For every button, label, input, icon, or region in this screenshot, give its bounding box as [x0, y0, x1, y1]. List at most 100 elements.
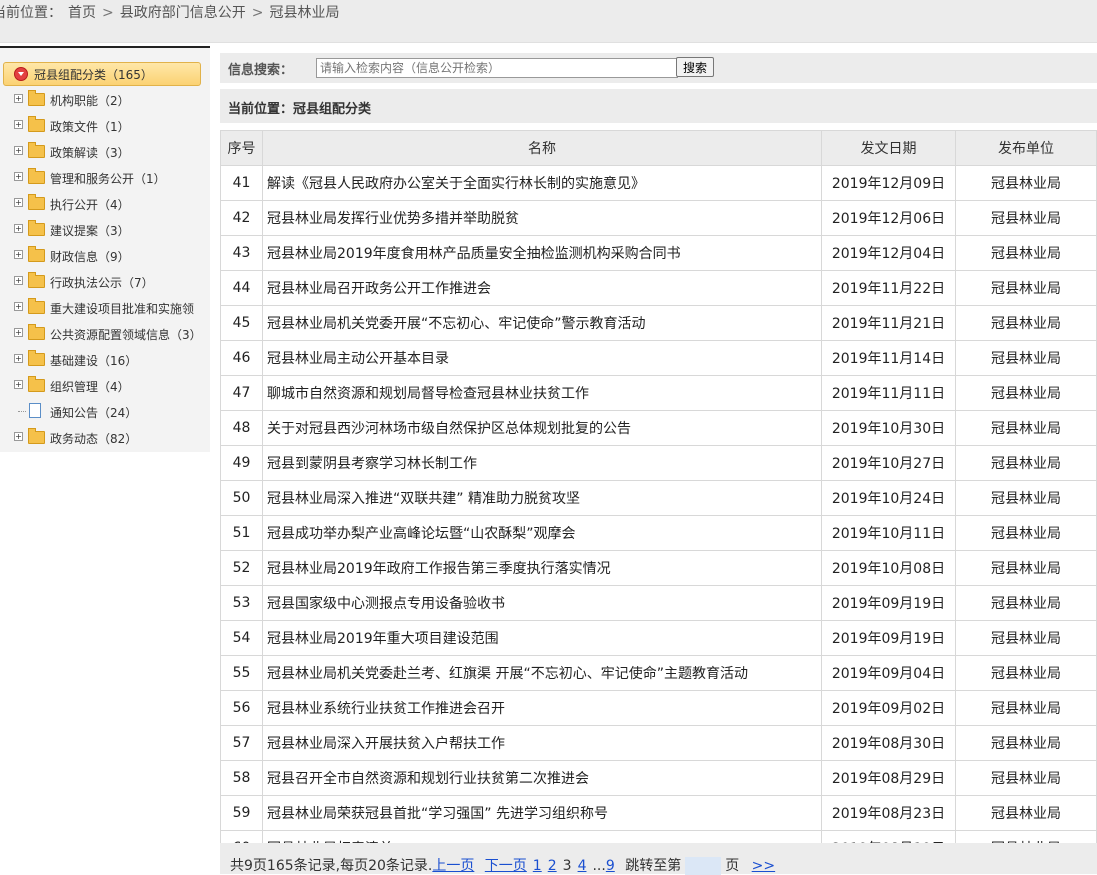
row-title-link[interactable]: 冠县林业局荣获冠县首批“学习强国” 先进学习组织称号: [262, 795, 822, 831]
row-title-link[interactable]: 聊城市自然资源和规划局督导检查冠县林业扶贫工作: [262, 375, 822, 411]
tree-item[interactable]: 通知公告（24）: [0, 402, 210, 422]
tree-root[interactable]: 冠县组配分类（165）: [3, 62, 201, 86]
row-title-link[interactable]: 冠县林业局深入开展扶贫入户帮扶工作: [262, 725, 822, 761]
row-number: 42: [220, 200, 263, 236]
tree-item-label[interactable]: 执行公开（4）: [50, 196, 130, 213]
row-title-link[interactable]: 冠县成功举办梨产业高峰论坛暨“山农酥梨”观摩会: [262, 515, 822, 551]
row-title-link[interactable]: 冠县林业局机关党委赴兰考、红旗渠 开展“不忘初心、牢记使命”主题教育活动: [262, 655, 822, 691]
row-unit: 冠县林业局: [955, 795, 1097, 831]
row-title-link[interactable]: 解读《冠县人民政府办公室关于全面实行林长制的实施意见》: [262, 165, 822, 201]
tree-item[interactable]: + 组织管理（4）: [0, 376, 210, 396]
current-category-bar: 当前位置：冠县组配分类: [220, 89, 1097, 123]
row-title-link[interactable]: 冠县林业局机关党委开展“不忘初心、牢记使命”警示教育活动: [262, 305, 822, 341]
tree-item[interactable]: + 政务动态（82）: [0, 428, 210, 448]
tree-item[interactable]: + 机构职能（2）: [0, 90, 210, 110]
table-row: 42 冠县林业局发挥行业优势多措并举助脱贫 2019年12月06日 冠县林业局: [220, 200, 1097, 236]
tree-item[interactable]: + 政策解读（3）: [0, 142, 210, 162]
tree-item-label[interactable]: 基础建设（16）: [50, 352, 137, 369]
row-date: 2019年12月09日: [821, 165, 956, 201]
search-button[interactable]: 搜索: [676, 57, 715, 77]
expand-icon[interactable]: +: [14, 224, 23, 233]
jump-go-link[interactable]: >>: [752, 858, 775, 874]
page-link-1[interactable]: 1: [533, 858, 542, 874]
row-unit: 冠县林业局: [955, 760, 1097, 796]
row-date: 2019年10月27日: [821, 445, 956, 481]
table-row: 41 解读《冠县人民政府办公室关于全面实行林长制的实施意见》 2019年12月09日…: [220, 165, 1097, 201]
tree-item[interactable]: + 管理和服务公开（1）: [0, 168, 210, 188]
tree-item-label[interactable]: 政策解读（3）: [50, 144, 130, 161]
tree-item[interactable]: + 执行公开（4）: [0, 194, 210, 214]
table-row: 50 冠县林业局深入推进“双联共建” 精准助力脱贫攻坚 2019年10月24日 冠县林…: [220, 480, 1097, 516]
expand-icon[interactable]: +: [14, 328, 23, 337]
row-unit: 冠县林业局: [955, 480, 1097, 516]
page-link-2[interactable]: 2: [548, 858, 557, 874]
breadcrumb: 当前位置： 首页 > 县政府部门信息公开 > 冠县林业局: [0, 2, 345, 22]
row-title-link[interactable]: 冠县林业局召开政务公开工作推进会: [262, 270, 822, 306]
prev-page-link[interactable]: 上一页: [432, 858, 474, 874]
row-title-link[interactable]: 冠县林业局2019年度食用林产品质量安全抽检监测机构采购合同书: [262, 235, 822, 271]
tree-item-label[interactable]: 管理和服务公开（1）: [50, 170, 166, 187]
expand-icon[interactable]: +: [14, 198, 23, 207]
table-row: 53 冠县国家级中心测报点专用设备验收书 2019年09月19日 冠县林业局: [220, 585, 1097, 621]
row-title-link[interactable]: 冠县林业局主动公开基本目录: [262, 340, 822, 376]
tree-item-label[interactable]: 财政信息（9）: [50, 248, 130, 265]
tree-item-label[interactable]: 建议提案（3）: [50, 222, 130, 239]
tree-item[interactable]: + 建议提案（3）: [0, 220, 210, 240]
tree-item[interactable]: + 基础建设（16）: [0, 350, 210, 370]
tree-item[interactable]: + 公共资源配置领域信息（3）: [0, 324, 210, 344]
tree-item[interactable]: + 行政执法公示（7）: [0, 272, 210, 292]
expand-icon[interactable]: +: [14, 146, 23, 155]
tree-item-label[interactable]: 公共资源配置领域信息（3）: [50, 326, 202, 343]
expand-icon[interactable]: +: [14, 354, 23, 363]
breadcrumb-home[interactable]: 首页: [68, 5, 96, 21]
tree-item[interactable]: + 重大建设项目批准和实施领: [0, 298, 210, 318]
row-title-link[interactable]: 关于对冠县西沙河林场市级自然保护区总体规划批复的公告: [262, 410, 822, 446]
row-title-link[interactable]: 冠县到蒙阴县考察学习林长制工作: [262, 445, 822, 481]
row-unit: 冠县林业局: [955, 375, 1097, 411]
row-unit: 冠县林业局: [955, 515, 1097, 551]
row-date: 2019年09月19日: [821, 620, 956, 656]
expand-icon[interactable]: +: [14, 94, 23, 103]
row-date: 2019年09月04日: [821, 655, 956, 691]
folder-icon: [28, 220, 45, 236]
row-number: 51: [220, 515, 263, 551]
row-unit: 冠县林业局: [955, 725, 1097, 761]
jump-page-input[interactable]: [685, 857, 722, 875]
page-link-last[interactable]: 9: [606, 858, 615, 874]
breadcrumb-dept[interactable]: 县政府部门信息公开: [120, 5, 246, 21]
row-title-link[interactable]: 冠县国家级中心测报点专用设备验收书: [262, 585, 822, 621]
expand-icon[interactable]: +: [14, 432, 23, 441]
expand-icon[interactable]: +: [14, 276, 23, 285]
tree-item-label[interactable]: 机构职能（2）: [50, 92, 130, 109]
expand-icon[interactable]: +: [14, 302, 23, 311]
tree-item-label[interactable]: 行政执法公示（7）: [50, 274, 154, 291]
table-row: 55 冠县林业局机关党委赴兰考、红旗渠 开展“不忘初心、牢记使命”主题教育活动 20…: [220, 655, 1097, 691]
tree-item-label[interactable]: 政务动态（82）: [50, 430, 137, 447]
expand-icon[interactable]: +: [14, 380, 23, 389]
page-link-4[interactable]: 4: [578, 858, 587, 874]
row-number: 58: [220, 760, 263, 796]
tree-item-label[interactable]: 组织管理（4）: [50, 378, 130, 395]
next-page-link[interactable]: 下一页: [485, 858, 527, 874]
tree-item-label[interactable]: 政策文件（1）: [50, 118, 130, 135]
breadcrumb-current[interactable]: 冠县林业局: [269, 5, 339, 21]
row-title-link[interactable]: 冠县林业局发挥行业优势多措并举助脱贫: [262, 200, 822, 236]
row-title-link[interactable]: 冠县召开全市自然资源和规划行业扶贫第二次推进会: [262, 760, 822, 796]
collapse-icon[interactable]: [14, 67, 28, 81]
row-title-link[interactable]: 冠县林业局2019年政府工作报告第三季度执行落实情况: [262, 550, 822, 586]
row-date: 2019年11月22日: [821, 270, 956, 306]
tree-item-label[interactable]: 重大建设项目批准和实施领: [50, 300, 194, 317]
expand-icon[interactable]: +: [14, 172, 23, 181]
tree-item[interactable]: + 财政信息（9）: [0, 246, 210, 266]
expand-icon[interactable]: +: [14, 120, 23, 129]
row-title-link[interactable]: 冠县林业系统行业扶贫工作推进会召开: [262, 690, 822, 726]
expand-icon[interactable]: +: [14, 250, 23, 259]
row-date: 2019年10月11日: [821, 515, 956, 551]
row-title-link[interactable]: 冠县林业局2019年重大项目建设范围: [262, 620, 822, 656]
search-input[interactable]: [316, 58, 678, 78]
tree-item-label[interactable]: 通知公告（24）: [50, 404, 137, 421]
table-row: 43 冠县林业局2019年度食用林产品质量安全抽检监测机构采购合同书 2019年12…: [220, 235, 1097, 271]
row-title-link[interactable]: 冠县林业局深入推进“双联共建” 精准助力脱贫攻坚: [262, 480, 822, 516]
tree-item[interactable]: + 政策文件（1）: [0, 116, 210, 136]
table-row: 48 关于对冠县西沙河林场市级自然保护区总体规划批复的公告 2019年10月30日冠…: [220, 410, 1097, 446]
